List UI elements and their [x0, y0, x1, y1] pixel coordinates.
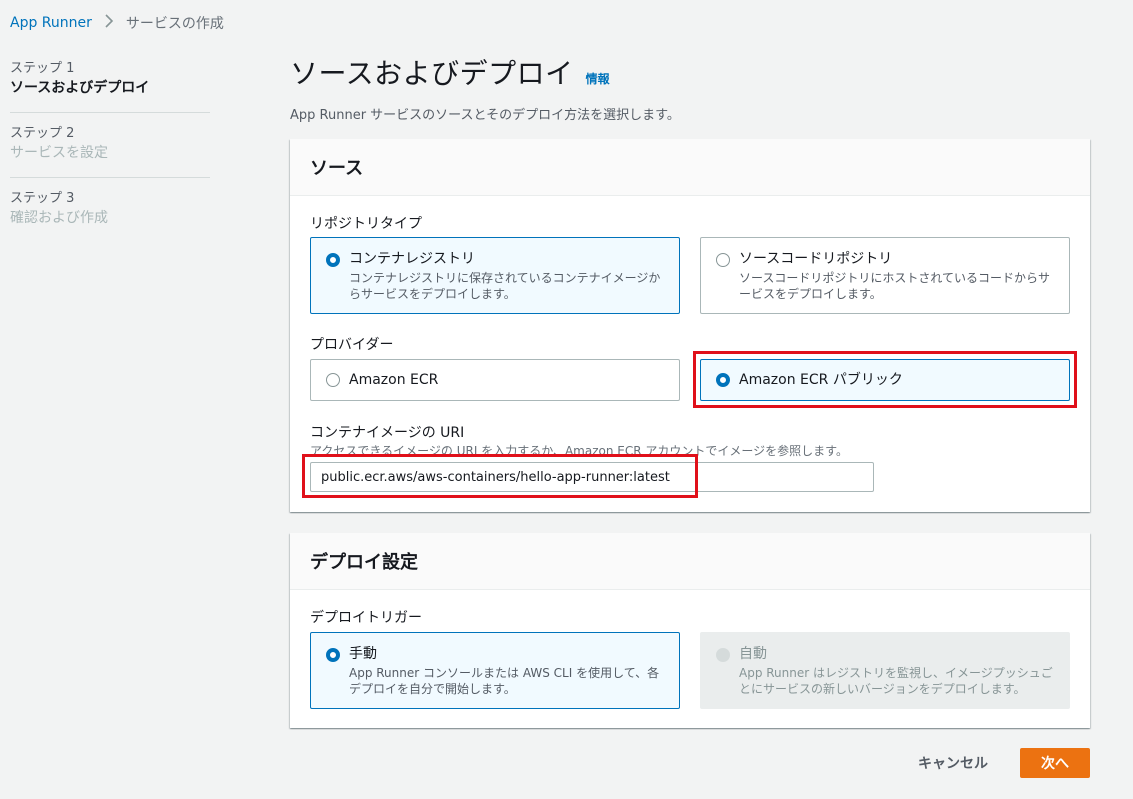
annotation-highlight-uri [302, 454, 698, 498]
panel-title: デプロイ設定 [310, 552, 418, 573]
panel-header: ソース [290, 139, 1090, 196]
step-number: ステップ 1 [10, 61, 75, 76]
tile-description: App Runner はレジストリを監視し、イメージプッシュごとにサービスの新し… [739, 666, 1053, 696]
step-name: 確認および作成 [10, 210, 108, 226]
panel-body: デプロイトリガー 手動 App Runner コンソールまたは AWS CLI … [290, 590, 1090, 728]
wizard-steps: ステップ 1 ソースおよびデプロイ ステップ 2 サービスを設定 ステップ 3 … [10, 60, 210, 254]
tile-title: コンテナレジストリ [349, 251, 475, 267]
tile-title: ソースコードリポジトリ [739, 251, 893, 267]
deploy-trigger-label: デプロイトリガー [310, 610, 422, 626]
breadcrumb-app-runner-link[interactable]: App Runner [10, 15, 92, 31]
radio-unselected-icon [326, 373, 340, 387]
page-description: App Runner サービスのソースとそのデプロイ方法を選択します。 [290, 108, 680, 123]
source-panel: ソース リポジトリタイプ コンテナレジストリ コンテナレジストリに保存されている… [290, 139, 1090, 512]
uri-label: コンテナイメージの URI [310, 425, 465, 441]
repo-type-source-code[interactable]: ソースコードリポジトリ ソースコードリポジトリにホストされているコードからサービ… [700, 237, 1070, 314]
page-title: ソースおよびデプロイ [290, 57, 574, 90]
step-2: ステップ 2 サービスを設定 [10, 125, 210, 178]
annotation-highlight-provider [693, 351, 1077, 408]
radio-unselected-icon [716, 253, 730, 267]
repository-type-label: リポジトリタイプ [310, 216, 422, 232]
tile-description: コンテナレジストリに保存されているコンテナイメージからサービスをデプロイします。 [349, 271, 661, 301]
panel-header: デプロイ設定 [290, 533, 1090, 590]
trigger-manual[interactable]: 手動 App Runner コンソールまたは AWS CLI を使用して、各デプ… [310, 632, 680, 709]
tile-title: 手動 [349, 646, 377, 662]
trigger-automatic: 自動 App Runner はレジストリを監視し、イメージプッシュごとにサービス… [700, 632, 1070, 709]
step-1: ステップ 1 ソースおよびデプロイ [10, 60, 210, 113]
next-button[interactable]: 次へ [1020, 748, 1090, 778]
chevron-right-icon [104, 14, 114, 32]
repo-type-container-registry[interactable]: コンテナレジストリ コンテナレジストリに保存されているコンテナイメージからサービ… [310, 237, 680, 314]
step-3: ステップ 3 確認および作成 [10, 190, 210, 242]
info-link[interactable]: 情報 [586, 70, 610, 87]
wizard-actions: キャンセル 次へ [918, 748, 1090, 778]
step-number: ステップ 2 [10, 126, 75, 141]
provider-amazon-ecr[interactable]: Amazon ECR [310, 359, 680, 401]
provider-label: プロバイダー [310, 337, 394, 353]
radio-disabled-icon [716, 648, 730, 662]
deploy-settings-panel: デプロイ設定 デプロイトリガー 手動 App Runner コンソールまたは A… [290, 533, 1090, 728]
cancel-button[interactable]: キャンセル [918, 753, 988, 773]
radio-selected-icon [326, 253, 340, 267]
step-name: サービスを設定 [10, 145, 108, 161]
panel-title: ソース [310, 158, 364, 179]
breadcrumb: App Runner サービスの作成 [10, 13, 224, 33]
page-header: ソースおよびデプロイ 情報 [290, 52, 610, 92]
step-number: ステップ 3 [10, 191, 75, 206]
tile-title: 自動 [739, 646, 767, 662]
breadcrumb-current: サービスの作成 [125, 16, 224, 32]
step-name: ソースおよびデプロイ [10, 80, 150, 96]
tile-description: App Runner コンソールまたは AWS CLI を使用して、各デプロイを… [349, 666, 660, 696]
radio-selected-icon [326, 648, 340, 662]
tile-title: Amazon ECR [349, 372, 439, 388]
panel-body: リポジトリタイプ コンテナレジストリ コンテナレジストリに保存されているコンテナ… [290, 196, 1090, 512]
tile-description: ソースコードリポジトリにホストされているコードからサービスをデプロイします。 [739, 271, 1051, 301]
